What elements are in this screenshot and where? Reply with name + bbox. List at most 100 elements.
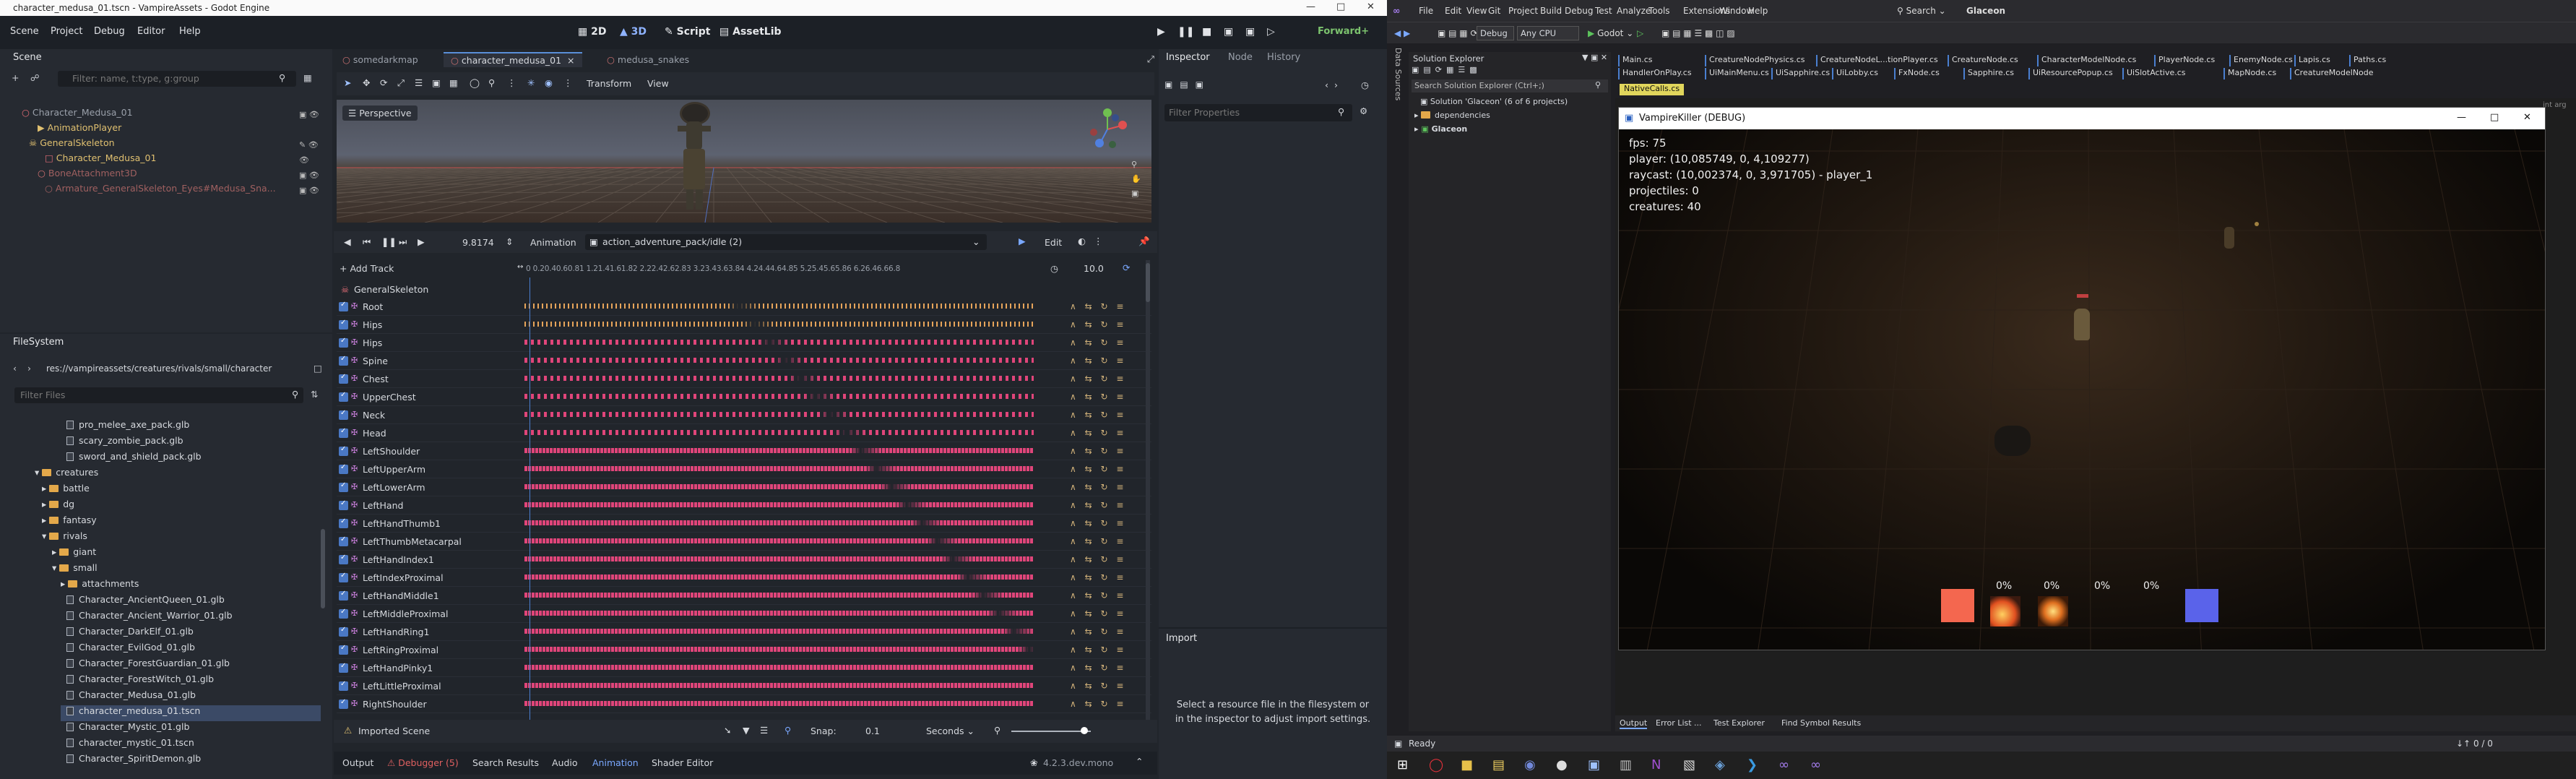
forward-icon[interactable]: ›: [27, 363, 31, 374]
expand-arrow-icon[interactable]: ▸: [52, 546, 59, 557]
snap-value-input[interactable]: 0.1: [865, 726, 880, 736]
anim-track-row[interactable]: ✓ ✠ LeftMiddleProximal ∧ ⇆ ↻ ≡: [337, 605, 1151, 623]
scene-filter-input[interactable]: Filter: name, t:type, g:group ⚲: [58, 71, 296, 87]
tree-node-animplayer[interactable]: ▶ AnimationPlayer: [38, 122, 121, 137]
menu-help[interactable]: Help: [179, 26, 201, 37]
track-options[interactable]: ∧ ⇆ ↻ ≡: [1070, 699, 1126, 709]
sort-icon[interactable]: ⇅: [311, 389, 318, 400]
filter-icon[interactable]: ▼: [743, 725, 750, 736]
track-keyframes[interactable]: [524, 520, 1034, 525]
back-icon[interactable]: ‹: [13, 363, 17, 374]
pin-icon[interactable]: 📌: [1138, 236, 1150, 247]
fs-file[interactable]: character_mystic_01.tscn: [66, 737, 194, 753]
track-enable-checkbox[interactable]: ✓: [339, 517, 348, 528]
link-icon[interactable]: ☍: [30, 72, 40, 83]
expand-arrow-icon[interactable]: ▸: [42, 483, 49, 494]
hud-skill-1[interactable]: 0%: [1987, 580, 2023, 627]
tab-debugger[interactable]: ⚠ Debugger (5): [387, 757, 459, 768]
anim-track-row[interactable]: ✓ ✠ Head ∧ ⇆ ↻ ≡: [337, 424, 1151, 442]
inspector-filter[interactable]: Filter Properties ⚲: [1164, 104, 1352, 121]
anim-track-row[interactable]: ✓ ✠ LeftHandPinky1 ∧ ⇆ ↻ ≡: [337, 659, 1151, 677]
track-options[interactable]: ∧ ⇆ ↻ ≡: [1070, 500, 1126, 510]
fs-file[interactable]: pro_melee_axe_pack.glb: [66, 419, 189, 435]
animation-select[interactable]: ▣ action_adventure_pack/idle (2) ⌄: [585, 234, 987, 250]
track-keyframes[interactable]: [524, 683, 1034, 688]
ruler-icon[interactable]: ◯: [470, 77, 480, 88]
track-keyframes[interactable]: [524, 538, 1034, 543]
fs-folder[interactable]: ▸ dg: [42, 499, 74, 515]
track-enable-checkbox[interactable]: ✓: [339, 680, 348, 691]
source-control-count[interactable]: ↓↑ 0 / 0: [2456, 739, 2493, 749]
opera-icon[interactable]: ◯: [1429, 757, 1443, 772]
doc-tab[interactable]: MapNode.cs: [2223, 68, 2276, 79]
play-backward-icon[interactable]: ◀: [344, 236, 351, 247]
hud-skill-3[interactable]: 0%: [2086, 580, 2122, 625]
zoom-icon[interactable]: ↔: [517, 263, 523, 271]
track-keyframes[interactable]: [524, 502, 1034, 507]
track-options[interactable]: ∧ ⇆ ↻ ≡: [1070, 410, 1126, 420]
fs-folder[interactable]: ▸ giant: [52, 546, 96, 562]
tab-shader-editor[interactable]: Shader Editor: [652, 757, 713, 768]
view-menu[interactable]: View: [647, 78, 669, 89]
track-enable-checkbox[interactable]: ✓: [339, 319, 348, 330]
anim-track-row[interactable]: ✓ ✠ RightShoulder ∧ ⇆ ↻ ≡: [337, 695, 1151, 713]
time-spinner-icon[interactable]: ⇕: [506, 236, 513, 247]
track-keyframes[interactable]: [524, 358, 1034, 363]
anim-track-row[interactable]: ✓ ✠ Neck ∧ ⇆ ↻ ≡: [337, 406, 1151, 424]
track-enable-checkbox[interactable]: ✓: [339, 481, 348, 492]
doc-tab[interactable]: UiLobby.cs: [1832, 68, 1878, 79]
doc-tab[interactable]: UiSapphire.cs: [1771, 68, 1830, 79]
expand-arrow-icon[interactable]: ▾: [42, 530, 49, 541]
autoplay-icon[interactable]: ▶: [1019, 236, 1026, 246]
onenote-icon[interactable]: N: [1651, 757, 1661, 772]
settings-icon[interactable]: ⚙: [1360, 106, 1367, 116]
solution-deps[interactable]: ▸ dependencies: [1414, 111, 1490, 120]
doc-tab[interactable]: UiResourcePopup.cs: [2028, 68, 2113, 79]
play-icon[interactable]: ▶: [418, 236, 425, 247]
tab-somedarkmap[interactable]: ○ somedarkmap: [342, 54, 418, 65]
main-script-button[interactable]: ✎ Script: [665, 26, 710, 38]
track-options[interactable]: ∧ ⇆ ↻ ≡: [1070, 518, 1126, 528]
godot-icon[interactable]: ◈: [1715, 757, 1725, 772]
nav-back-icon[interactable]: ◀ ▶: [1394, 28, 1410, 38]
import-title[interactable]: Import: [1166, 633, 1197, 644]
list-icon[interactable]: ☰: [760, 725, 768, 736]
fs-file[interactable]: character_medusa_01.tscn: [61, 705, 321, 721]
track-options[interactable]: ∧ ⇆ ↻ ≡: [1070, 536, 1126, 546]
renderer-select[interactable]: Forward+: [1318, 26, 1369, 37]
group-icon[interactable]: ▦: [449, 77, 458, 88]
track-options[interactable]: ∧ ⇆ ↻ ≡: [1070, 590, 1126, 601]
track-keyframes[interactable]: [524, 593, 1034, 598]
movie-icon[interactable]: ▣: [1245, 26, 1255, 38]
tab-animation[interactable]: Animation: [592, 757, 639, 768]
stop-icon[interactable]: ■: [1202, 26, 1211, 38]
track-options[interactable]: ∧ ⇆ ↻ ≡: [1070, 681, 1126, 691]
track-scrollbar[interactable]: [1146, 260, 1150, 730]
fs-folder[interactable]: ▸ attachments: [61, 578, 139, 594]
tab-inspector[interactable]: Inspector: [1166, 52, 1210, 63]
fs-folder[interactable]: ▸ fantasy: [42, 515, 97, 530]
run-button[interactable]: ▶ Godot ⌄: [1588, 28, 1633, 38]
close-tab-icon[interactable]: ×: [567, 55, 574, 66]
vs-search[interactable]: ⚲ Search ⌄: [1897, 6, 1946, 16]
fs-filter-input[interactable]: Filter Files ⚲: [14, 387, 303, 403]
menu-editor[interactable]: Editor: [137, 26, 165, 37]
viewport-side-buttons[interactable]: ⚲ ✋ ▣: [1131, 158, 1141, 201]
fs-folder[interactable]: ▾ small: [52, 562, 98, 578]
play-icon[interactable]: ▶: [1157, 26, 1165, 38]
add-node-icon[interactable]: +: [12, 72, 19, 83]
vs-menu-view[interactable]: View: [1466, 6, 1487, 16]
node-visibility-icons[interactable]: ▣ 👁​✎ 👁👁▣ 👁▣ 👁: [299, 107, 319, 198]
hud-slot-left[interactable]: [1941, 589, 1974, 622]
vs-menu-analyze[interactable]: Analyze: [1617, 6, 1651, 16]
windows-start-icon[interactable]: ⊞: [1397, 757, 1408, 772]
fs-file[interactable]: Character_DarkElf_01.glb: [66, 626, 194, 642]
hud-slot-right[interactable]: [2185, 589, 2218, 622]
toolbar-more-icons[interactable]: ▣ ▤ ▦ ☰ ▩ ◫ ▨: [1661, 28, 1735, 38]
track-enable-checkbox[interactable]: ✓: [339, 355, 348, 366]
anim-track-row[interactable]: ✓ ✠ Hips ∧ ⇆ ↻ ≡: [337, 334, 1151, 352]
vs-menu-test[interactable]: Test: [1595, 6, 1612, 16]
track-keyframes[interactable]: [524, 574, 1034, 580]
main-3d-button[interactable]: ▲ 3D: [620, 26, 647, 38]
app-icon[interactable]: ▧: [1683, 757, 1695, 772]
